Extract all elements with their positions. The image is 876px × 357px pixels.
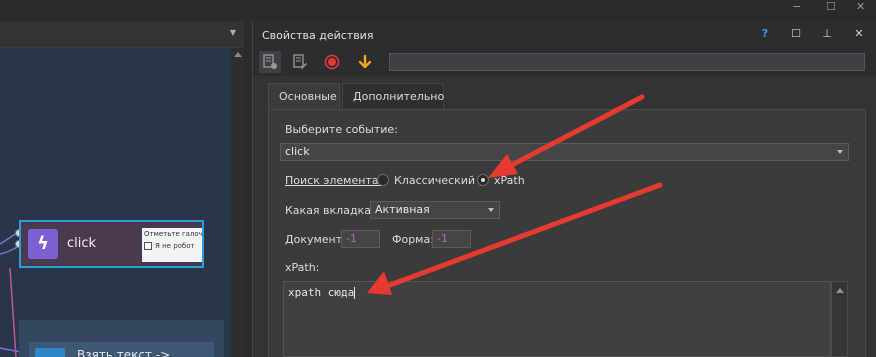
canvas-header: ▼ <box>0 21 244 48</box>
node-label: Взять текст -> <box>77 348 171 357</box>
document-label: Документ: <box>285 233 346 246</box>
tab-main[interactable]: Основные <box>268 83 340 109</box>
document-settings-icon <box>263 54 277 69</box>
window-minimize-icon[interactable]: − <box>792 0 801 13</box>
scroll-up-icon[interactable] <box>836 288 844 293</box>
form-field[interactable]: -1 <box>432 230 471 248</box>
document-field[interactable]: -1 <box>341 230 380 248</box>
tab-choice-select[interactable]: Активная <box>370 201 500 219</box>
dialog-titlebar: Свойства действия ? ☐ ⊥ ✕ <box>253 21 876 48</box>
radio-classic[interactable] <box>377 174 389 186</box>
text-cursor <box>354 287 356 299</box>
captcha-checkbox <box>144 242 152 250</box>
captcha-thumbnail: Отметьте галоч Я не робот <box>142 228 202 262</box>
event-label: Выберите событие: <box>285 123 398 136</box>
radio-xpath-label[interactable]: xPath <box>494 174 525 187</box>
form-label: Форма: <box>392 233 434 246</box>
radio-xpath[interactable] <box>477 174 489 186</box>
window-close-icon[interactable]: ✕ <box>856 0 865 13</box>
tab-additional[interactable]: Дополнительно <box>342 83 444 109</box>
dialog-toolbar <box>253 48 876 76</box>
action-settings-button[interactable] <box>259 51 281 73</box>
form-value: -1 <box>437 232 448 245</box>
tab-choice-value: Активная <box>375 203 430 216</box>
xpath-text: xpath сюда <box>288 286 355 299</box>
pin-icon[interactable]: ⊥ <box>821 28 833 40</box>
window-maximize-icon[interactable]: ☐ <box>826 0 836 13</box>
arrow-down-icon <box>358 54 372 69</box>
edit-notes-button[interactable] <box>289 51 311 73</box>
dialog-title: Свойства действия <box>262 29 374 42</box>
chevron-down-icon[interactable]: ▼ <box>230 28 236 37</box>
xpath-scrollbar[interactable] <box>831 281 848 357</box>
canvas-scrollbar[interactable] <box>231 48 244 357</box>
record-button[interactable] <box>321 51 343 73</box>
action-node-get-text[interactable]: Взять текст -> <box>19 320 224 357</box>
project-canvas[interactable] <box>0 48 231 357</box>
event-select-value: click <box>285 145 310 158</box>
record-icon <box>324 54 340 70</box>
element-search-link[interactable]: Поиск элемента: <box>285 174 382 187</box>
xpath-label: xPath: <box>285 261 320 274</box>
toolbar-input[interactable] <box>389 53 865 71</box>
download-button[interactable] <box>354 51 376 73</box>
chevron-down-icon <box>488 208 494 212</box>
tab-choice-label: Какая вкладка: <box>285 204 375 217</box>
window-top-strip: − ☐ ✕ <box>0 0 876 21</box>
maximize-icon[interactable]: ☐ <box>790 28 802 40</box>
chevron-down-icon <box>837 150 843 154</box>
help-icon[interactable]: ? <box>759 28 771 40</box>
connection-wires <box>0 231 27 357</box>
lightning-icon: ϟ <box>28 229 58 259</box>
scroll-up-icon[interactable] <box>234 52 242 57</box>
event-select[interactable]: click <box>280 143 849 161</box>
document-edit-icon <box>293 54 307 69</box>
captcha-label: Я не робот <box>155 242 195 250</box>
text-icon <box>35 348 65 357</box>
node-label: click <box>67 236 97 251</box>
captcha-text: Отметьте галоч <box>144 230 202 238</box>
action-node-click[interactable]: ϟ click Отметьте галоч Я не робот <box>19 220 204 268</box>
document-value: -1 <box>346 232 357 245</box>
xpath-textarea[interactable]: xpath сюда <box>283 281 831 357</box>
close-icon[interactable]: ✕ <box>853 28 865 40</box>
radio-classic-label[interactable]: Классический <box>394 174 475 187</box>
